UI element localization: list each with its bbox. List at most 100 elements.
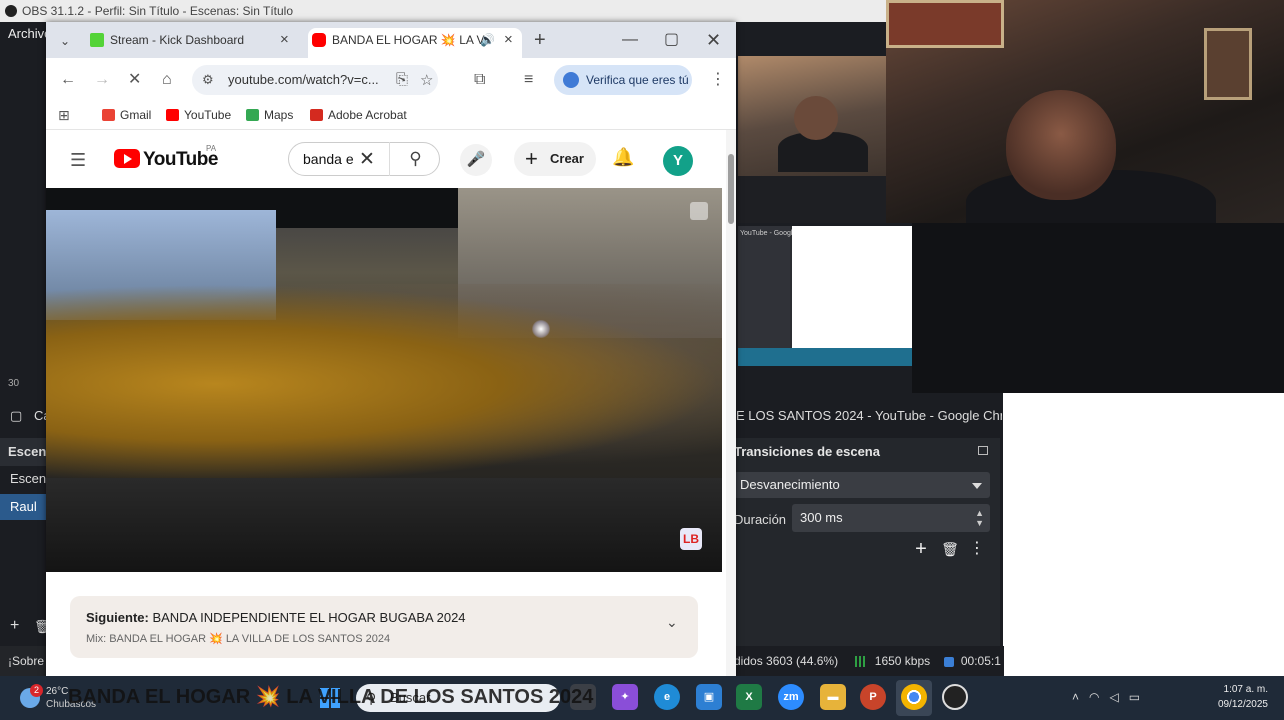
search-icon[interactable]: ⚲: [389, 142, 441, 176]
spin-arrows-icon[interactable]: ▲ ▼: [975, 508, 984, 528]
up-next-title-line: Siguiente: BANDA INDEPENDIENTE EL HOGAR …: [86, 610, 466, 625]
install-app-icon[interactable]: ⎘: [396, 71, 408, 88]
chrome-icon[interactable]: [901, 684, 927, 710]
close-window-icon[interactable]: ✕: [706, 28, 721, 52]
transition-select[interactable]: Desvanecimiento: [734, 472, 990, 498]
close-tab-icon[interactable]: ×: [504, 28, 513, 52]
copilot-icon[interactable]: ✦: [612, 684, 638, 710]
scrollbar-thumb[interactable]: [728, 154, 734, 224]
tab-youtube-video[interactable]: BANDA EL HOGAR 💥 LA V 🔊 ×: [308, 28, 522, 58]
verify-identity-button[interactable]: Verifica que eres tú: [554, 65, 692, 95]
person-face: [794, 96, 838, 140]
scene-transitions-dock: Transiciones de escena Desvanecimiento D…: [734, 438, 1000, 646]
voice-search-mic-icon[interactable]: 🎤: [460, 144, 492, 176]
bookmark-star-icon[interactable]: ☆: [420, 71, 433, 89]
tab-kick-dashboard[interactable]: Stream - Kick Dashboard ×: [86, 28, 300, 58]
taskbar-clock[interactable]: 1:07 a. m. 09/12/2025: [1196, 682, 1268, 712]
up-next-title: BANDA INDEPENDIENTE EL HOGAR BUGABA 2024: [152, 610, 466, 625]
up-next-card[interactable]: Siguiente: BANDA INDEPENDIENTE EL HOGAR …: [70, 596, 698, 658]
edge-icon[interactable]: e: [654, 684, 680, 710]
obs-status-bar: didos 3603 (44.6%) 1650 kbps 00:05:1: [734, 646, 1004, 676]
system-tray[interactable]: ˄◠◁▭: [1072, 690, 1150, 704]
obs-menu-archivo[interactable]: Archivo: [0, 22, 51, 46]
bitrate-text: 1650 kbps: [874, 654, 931, 668]
more-options-icon[interactable]: ⋮: [966, 538, 988, 560]
apps-grid-icon[interactable]: ⊞: [58, 107, 70, 124]
new-tab-button[interactable]: +: [534, 28, 546, 52]
obs-about-label[interactable]: ¡Sobre: [8, 654, 44, 668]
bookmark-maps[interactable]: Maps: [246, 108, 293, 122]
obs-zoom-readout: 30: [8, 378, 20, 389]
obs-scene-item-raul[interactable]: Raul: [0, 494, 47, 520]
bookmark-label: Maps: [264, 108, 294, 122]
store-icon[interactable]: ▣: [696, 684, 722, 710]
create-button[interactable]: + Crear: [514, 142, 596, 176]
avatar[interactable]: Y: [663, 146, 693, 176]
chrome-window: ⌄ Stream - Kick Dashboard × BANDA EL HOG…: [46, 22, 736, 698]
bookmark-gmail[interactable]: Gmail: [102, 108, 151, 122]
back-arrow-icon[interactable]: ←: [60, 70, 76, 90]
transition-selected-value: Desvanecimiento: [740, 477, 840, 492]
duration-input[interactable]: 300 ms ▲ ▼: [792, 504, 990, 532]
obs-logo-icon: [5, 5, 17, 17]
video-player[interactable]: LB: [46, 188, 722, 572]
minimize-icon[interactable]: —: [622, 28, 638, 52]
notifications-bell-icon[interactable]: 🔔: [612, 147, 634, 168]
channel-watermark-icon: LB: [680, 528, 702, 550]
video-title: BANDA EL HOGAR 💥 LA VILLA DE LOS SANTOS …: [68, 686, 594, 708]
tray-chevron-icon[interactable]: ˄: [1072, 690, 1089, 704]
obs-preview-dark-area: [912, 223, 1284, 393]
site-info-icon[interactable]: ⚙: [202, 72, 214, 88]
wifi-icon[interactable]: ◠: [1089, 690, 1109, 704]
excel-icon[interactable]: X: [736, 684, 762, 710]
file-explorer-icon[interactable]: ▬: [820, 684, 846, 710]
stop-loading-icon[interactable]: ✕: [128, 70, 141, 90]
close-tab-icon[interactable]: ×: [280, 28, 289, 52]
bookmark-adobe-acrobat[interactable]: Adobe Acrobat: [310, 108, 407, 122]
webcam-preview-large: ➤: [886, 0, 1284, 223]
wall-painting: [886, 0, 1004, 48]
create-label: Crear: [550, 151, 584, 166]
obs-scene-dock-header: Escena: [0, 438, 54, 466]
mini-screen-capture: YouTube - Google Chrome: [738, 226, 912, 366]
delete-transition-icon[interactable]: 🗑: [939, 538, 961, 560]
tab-search-chevron-icon[interactable]: ⌄: [54, 30, 76, 52]
bookmarks-bar: ⊞ Gmail YouTube Maps Adobe Acrobat: [46, 102, 736, 130]
powerpoint-icon[interactable]: P: [860, 684, 886, 710]
chrome-menu-icon[interactable]: ⋮: [710, 70, 726, 90]
chevron-down-icon: [972, 483, 982, 489]
extensions-icon[interactable]: ⧉: [474, 70, 485, 90]
zoom-icon[interactable]: zm: [778, 684, 804, 710]
url-text: youtube.com/watch?v=c...: [228, 72, 379, 87]
volume-icon[interactable]: ◁: [1110, 690, 1129, 704]
forward-arrow-icon[interactable]: →: [94, 70, 110, 90]
obs-status-left: ¡Sobre: [0, 646, 47, 676]
search-query[interactable]: banda e: [303, 151, 359, 167]
google-account-icon: [563, 72, 579, 88]
hamburger-menu-icon[interactable]: ☰: [70, 150, 86, 171]
maximize-icon[interactable]: ▢: [664, 28, 679, 52]
youtube-icon: [166, 109, 179, 121]
obs-canvas-icon[interactable]: ▢: [10, 408, 22, 424]
add-transition-button[interactable]: +: [910, 538, 932, 560]
battery-icon[interactable]: ▭: [1129, 690, 1150, 704]
dock-float-icon[interactable]: [978, 446, 988, 455]
marching-band-crowd: [46, 284, 722, 484]
media-controls-icon[interactable]: ≡: [524, 70, 533, 90]
obs-icon[interactable]: [942, 684, 968, 710]
youtube-logo-icon[interactable]: [114, 149, 140, 168]
chevron-down-icon[interactable]: ⌄: [666, 614, 678, 631]
clear-search-icon[interactable]: ✕: [359, 148, 375, 171]
obs-title-text: OBS 31.1.2 - Perfil: Sin Título - Escena…: [22, 4, 294, 18]
page-scrollbar[interactable]: [726, 130, 736, 698]
duration-value: 300 ms: [800, 510, 843, 525]
audio-playing-icon[interactable]: 🔊: [480, 28, 495, 52]
bookmark-youtube[interactable]: YouTube: [166, 108, 231, 122]
address-bar[interactable]: ⚙ youtube.com/watch?v=c... ⎘ ☆: [192, 65, 438, 95]
bookmark-label: YouTube: [184, 108, 232, 122]
verify-label: Verifica que eres tú: [586, 73, 689, 87]
youtube-search-box[interactable]: banda e ✕ ⚲: [288, 142, 440, 176]
obs-add-scene-icon[interactable]: +: [10, 617, 19, 635]
obs-title-bar: OBS 31.1.2 - Perfil: Sin Título - Escena…: [0, 0, 886, 22]
home-icon[interactable]: ⌂: [162, 70, 172, 90]
